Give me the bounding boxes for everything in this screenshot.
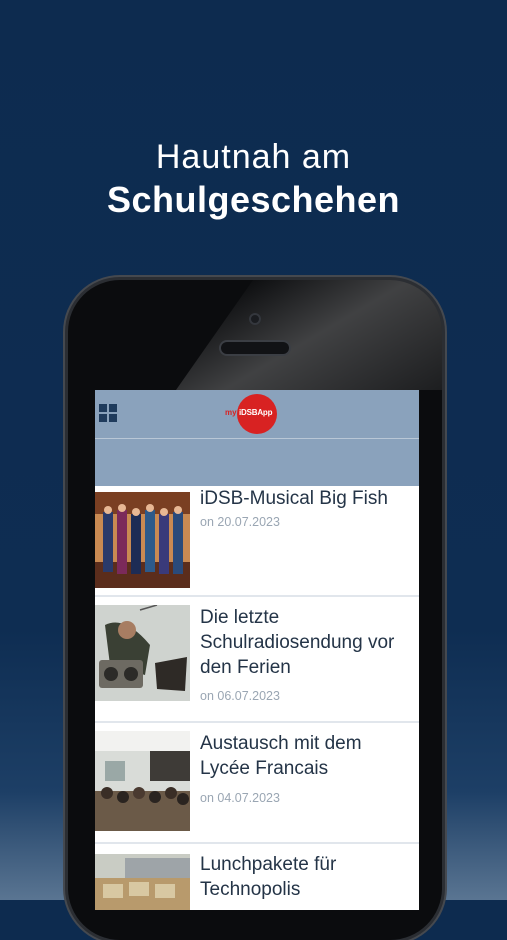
app-subheader xyxy=(95,439,419,486)
list-item[interactable]: Austausch mit dem Lycée Francais on 04.0… xyxy=(95,723,419,844)
news-list: iDSB-Musical Big Fish on 20.07.2023 Die … xyxy=(95,486,419,910)
news-date: on 20.07.2023 xyxy=(200,515,280,529)
app-screen: my iDSBApp iDSB-Musical Big Fish on 20.0… xyxy=(95,390,419,910)
front-camera xyxy=(249,313,261,325)
news-thumbnail xyxy=(95,731,190,831)
news-thumbnail xyxy=(95,605,190,701)
news-thumbnail xyxy=(95,492,190,588)
list-item[interactable]: iDSB-Musical Big Fish on 20.07.2023 xyxy=(95,486,419,597)
news-date: on 04.07.2023 xyxy=(200,791,280,805)
phone-glare xyxy=(175,280,442,390)
list-item[interactable]: Die letzte Schulradiosendung vor den Fer… xyxy=(95,597,419,723)
headline-line-2: Schulgeschehen xyxy=(106,179,401,220)
app-header: my iDSBApp xyxy=(95,390,419,439)
news-title: Lunchpakete für Technopolis xyxy=(200,854,337,900)
news-title: Die letzte Schulradiosendung vor den Fer… xyxy=(200,607,395,678)
news-title: iDSB-Musical Big Fish xyxy=(200,488,388,509)
logo-prefix: my xyxy=(225,408,237,417)
news-title: Austausch mit dem Lycée Francais xyxy=(200,733,362,779)
list-item[interactable]: Lunchpakete für Technopolis xyxy=(95,844,419,910)
headline-line-1: Hautnah am xyxy=(155,138,352,176)
earpiece-speaker xyxy=(221,342,289,354)
promo-headline: Hautnah am Schulgeschehen xyxy=(0,136,507,222)
news-date: on 06.07.2023 xyxy=(200,689,280,703)
app-logo: my iDSBApp xyxy=(225,394,295,434)
grid-icon[interactable] xyxy=(99,404,117,422)
logo-brand: iDSBApp xyxy=(239,408,273,417)
news-thumbnail xyxy=(95,854,190,910)
